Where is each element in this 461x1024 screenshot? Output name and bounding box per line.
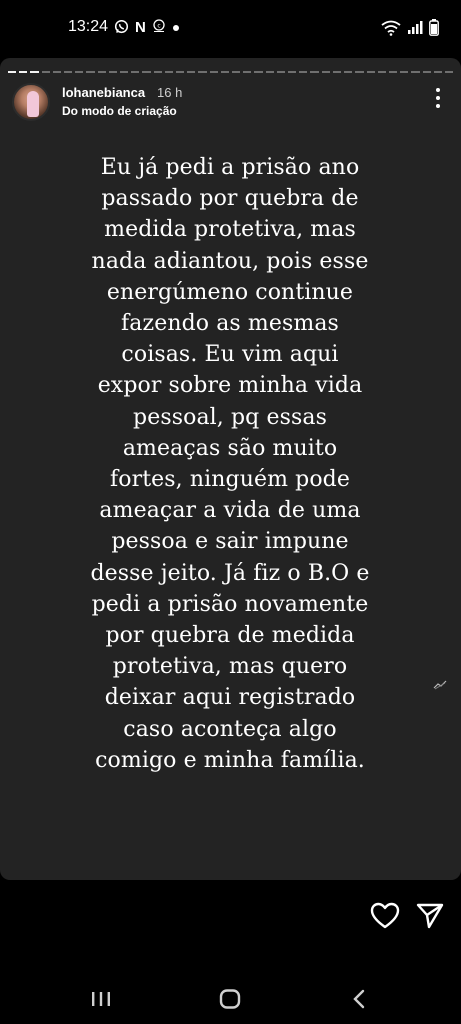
story-header: lohanebianca 16 h Do modo de criação <box>12 83 449 123</box>
more-options-icon[interactable] <box>431 88 445 108</box>
status-time: 13:24 <box>68 18 109 35</box>
whatsapp-icon <box>114 19 129 36</box>
progress-segment <box>108 71 118 73</box>
story-text-line: deixar aqui registrado <box>104 685 356 711</box>
progress-segment <box>52 71 62 73</box>
avatar[interactable] <box>12 83 50 121</box>
time-ago: 16 h <box>157 85 183 100</box>
progress-segment <box>388 71 398 73</box>
story-text-line: desse jeito. Já fiz o B.O e <box>90 560 370 586</box>
copyright-icon: c <box>152 19 166 35</box>
back-icon[interactable] <box>352 989 366 1009</box>
progress-segment <box>355 71 364 73</box>
progress-segment <box>187 71 196 73</box>
progress-segment <box>321 71 330 73</box>
sticker-icon <box>433 680 447 690</box>
progress-segment <box>75 71 84 73</box>
progress-segment <box>422 71 431 73</box>
progress-segment <box>120 71 129 73</box>
story-text-line: fazendo as mesmas <box>121 311 339 337</box>
send-icon[interactable] <box>416 902 444 930</box>
progress-segment <box>411 71 420 73</box>
progress-segment <box>377 71 386 73</box>
progress-segment <box>299 71 308 73</box>
progress-segment <box>276 71 286 73</box>
progress-segment <box>97 71 106 73</box>
story-text-line: pessoa e sair impune <box>111 529 349 555</box>
progress-segment <box>176 71 185 73</box>
progress-segment <box>232 71 241 73</box>
username[interactable]: lohanebianca <box>62 85 145 100</box>
recents-icon[interactable] <box>91 991 111 1007</box>
progress-segment <box>220 71 230 73</box>
story-text-line: pedi a prisão novamente <box>91 591 369 617</box>
story-text-line: por quebra de medida <box>105 623 355 649</box>
progress-segment <box>19 71 28 73</box>
story-text-line: energúmeno continue <box>106 279 354 305</box>
notification-dot-icon <box>172 21 180 34</box>
story-card[interactable]: lohanebianca 16 h Do modo de criação Eu … <box>0 58 461 880</box>
story-text-line: fortes, ninguém pode <box>110 467 350 493</box>
progress-segment <box>254 71 263 73</box>
progress-segment <box>400 71 409 73</box>
status-right <box>381 19 439 41</box>
battery-icon <box>429 19 439 41</box>
progress-segment <box>433 71 442 73</box>
progress-segment <box>153 71 162 73</box>
progress-segment <box>30 71 39 73</box>
progress-segment <box>288 71 297 73</box>
story-text-line: nada adiantou, pois esse <box>91 248 369 274</box>
netflix-icon: N <box>135 18 146 36</box>
wifi-icon <box>381 20 401 41</box>
progress-segment <box>344 71 353 73</box>
story-text-line: ameaças são muito <box>122 435 338 461</box>
progress-segment <box>243 71 252 73</box>
story-text-line: caso aconteça algo <box>123 716 337 742</box>
status-left: 13:24 N c <box>68 18 180 36</box>
story-text-line: passado por quebra de <box>101 186 359 212</box>
story-subtitle[interactable]: Do modo de criação <box>62 104 177 118</box>
progress-segment <box>164 71 174 73</box>
story-text-line: comigo e minha família. <box>95 747 365 773</box>
home-icon[interactable] <box>219 989 241 1009</box>
progress-segment <box>8 71 17 73</box>
heart-icon[interactable] <box>370 902 400 930</box>
story-text-line: protetiva, mas quero <box>112 654 348 680</box>
story-text-line: coisas. Eu vim aqui <box>121 342 339 368</box>
story-text: Eu já pedi a prisão ano passado por quebr… <box>40 152 420 776</box>
story-progress-bar <box>8 71 454 73</box>
progress-segment <box>209 71 218 73</box>
story-text-line: medida protetiva, mas <box>104 217 356 243</box>
status-bar: 13:24 N c <box>0 0 461 58</box>
story-text-line: ameaçar a vida de uma <box>99 498 361 524</box>
navigation-bar <box>0 974 461 1024</box>
progress-segment <box>310 71 319 73</box>
svg-text:c: c <box>157 23 160 30</box>
signal-icon <box>407 20 423 40</box>
progress-segment <box>41 71 50 73</box>
progress-segment <box>142 71 151 73</box>
progress-segment <box>86 71 95 73</box>
progress-segment <box>444 71 454 73</box>
story-text-line: Eu já pedi a prisão ano <box>100 155 360 180</box>
progress-segment <box>332 71 342 73</box>
story-text-line: expor sobre minha vida <box>97 373 363 399</box>
progress-segment <box>198 71 207 73</box>
story-text-line: pessoal, pq essas <box>133 404 327 430</box>
progress-segment <box>64 71 73 73</box>
progress-segment <box>366 71 375 73</box>
progress-segment <box>131 71 140 73</box>
progress-segment <box>265 71 274 73</box>
